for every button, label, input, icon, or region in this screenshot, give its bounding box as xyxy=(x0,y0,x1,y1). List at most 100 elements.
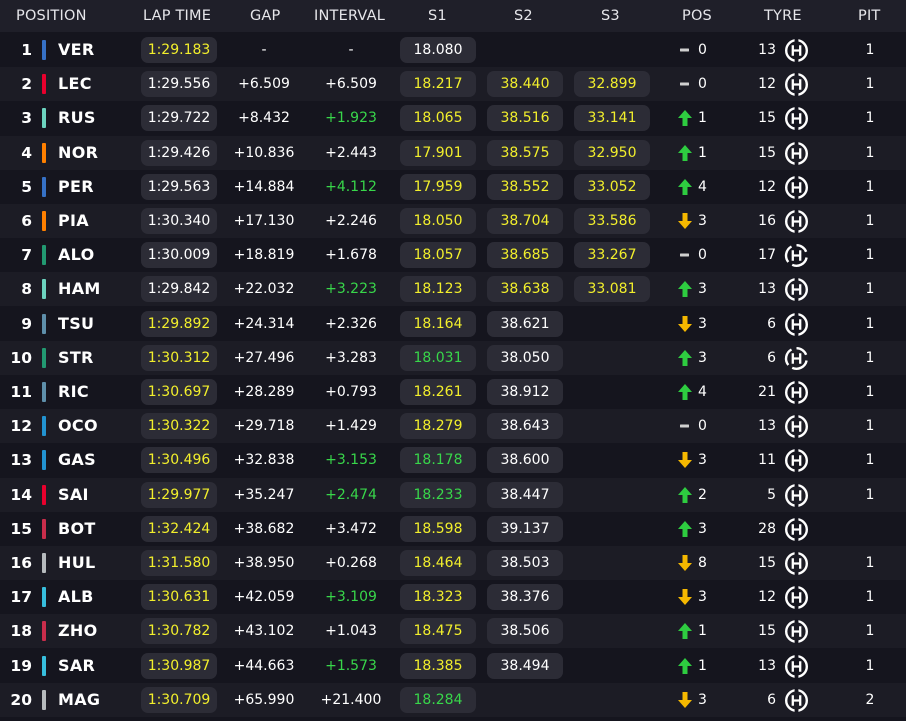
position-change: 3 xyxy=(698,520,707,537)
position-change: 3 xyxy=(698,213,707,229)
driver-code[interactable]: LEC xyxy=(58,67,92,101)
position-number: 15 xyxy=(10,519,32,538)
team-color-bar xyxy=(42,313,46,334)
driver-code[interactable]: NOR xyxy=(58,136,98,170)
position-change: 0 xyxy=(698,42,707,58)
table-row[interactable]: 15 BOT 1:32.424 +38.682 +3.472 18.598 39.137 3 2… xyxy=(0,511,906,546)
header-pit[interactable]: PIT xyxy=(858,0,880,32)
sector-2-time: 38.638 xyxy=(487,276,563,303)
table-row[interactable]: 18 ZHO 1:30.782 +43.102 +1.043 18.475 38.506 1 1… xyxy=(0,614,906,649)
header-lap-time[interactable]: LAP TIME xyxy=(143,0,211,32)
table-row[interactable]: 14 SAI 1:29.977 +35.247 +2.474 18.233 38.447 2 5… xyxy=(0,477,906,512)
sector-1-time: 18.385 xyxy=(400,652,476,679)
sector-2-time: 38.621 xyxy=(487,310,563,337)
tyre-age: 12 xyxy=(758,76,776,93)
driver-code[interactable]: VER xyxy=(58,33,95,67)
driver-code[interactable]: GAS xyxy=(58,443,96,477)
header-position[interactable]: POSITION xyxy=(16,0,87,32)
gap-value: +18.819 xyxy=(233,247,295,264)
team-color-bar xyxy=(42,347,46,368)
table-row[interactable]: 16 HUL 1:31.580 +38.950 +0.268 18.464 38.503 8 1… xyxy=(0,546,906,580)
driver-code[interactable]: RUS xyxy=(58,101,96,135)
gap-value: +32.838 xyxy=(233,452,295,469)
arrow-up-icon xyxy=(676,101,694,135)
header-s1[interactable]: S1 xyxy=(428,0,447,32)
team-color-bar xyxy=(42,587,46,608)
interval-value: +1.923 xyxy=(325,110,377,127)
driver-code[interactable]: ZHO xyxy=(58,614,98,648)
sector-2-time: 38.912 xyxy=(487,379,563,405)
sector-3-time: 32.899 xyxy=(574,71,650,98)
header-gap[interactable]: GAP xyxy=(250,0,281,32)
table-row[interactable]: 20 MAG 1:30.709 +65.990 +21.400 18.284 3 6 2 xyxy=(0,682,906,717)
hard-tyre-icon xyxy=(784,414,809,439)
pit-stops: 1 xyxy=(865,247,875,264)
used-hard-tyre-icon xyxy=(784,346,809,371)
driver-code[interactable]: PER xyxy=(58,170,94,204)
driver-code[interactable]: SAI xyxy=(58,478,89,512)
driver-code[interactable]: ALO xyxy=(58,238,95,272)
driver-code[interactable]: STR xyxy=(58,341,94,375)
sector-2-time: 38.503 xyxy=(487,550,563,576)
sector-1-time: 18.475 xyxy=(400,618,476,645)
table-row[interactable]: 19 SAR 1:30.987 +44.663 +1.573 18.385 38.494 1 1… xyxy=(0,648,906,683)
position-number: 19 xyxy=(10,656,32,675)
hard-tyre-icon xyxy=(784,277,809,302)
position-number: 18 xyxy=(10,622,32,641)
driver-code[interactable]: ALB xyxy=(58,580,94,614)
table-row[interactable]: 7 ALO 1:30.009 +18.819 +1.678 18.057 38.685 33.… xyxy=(0,238,906,273)
table-row[interactable]: 8 HAM 1:29.842 +22.032 +3.223 18.123 38.638 33.… xyxy=(0,272,906,307)
sector-3-time: 33.267 xyxy=(574,242,650,269)
sector-3-time: 33.081 xyxy=(574,276,650,303)
tyre-age: 13 xyxy=(758,281,776,298)
table-row[interactable]: 9 TSU 1:29.892 +24.314 +2.326 18.164 38.621 3 6 1 xyxy=(0,306,906,341)
table-row[interactable]: 11 RIC 1:30.697 +28.289 +0.793 18.261 38.912 4 2… xyxy=(0,375,906,409)
header-tyre[interactable]: TYRE xyxy=(764,0,802,32)
position-number: 3 xyxy=(21,109,32,128)
driver-code[interactable]: HUL xyxy=(58,546,95,580)
lap-time: 1:29.426 xyxy=(141,139,217,166)
gap-value: +8.432 xyxy=(238,110,290,127)
gap-value: +29.718 xyxy=(233,418,295,435)
position-change: 3 xyxy=(698,349,707,366)
sector-1-time: 18.065 xyxy=(400,105,476,132)
driver-code[interactable]: SAR xyxy=(58,649,95,683)
table-row[interactable]: 17 ALB 1:30.631 +42.059 +3.109 18.323 38.376 3 1… xyxy=(0,580,906,615)
driver-code[interactable]: BOT xyxy=(58,512,96,546)
team-color-bar xyxy=(42,553,46,573)
header-s2[interactable]: S2 xyxy=(514,0,533,32)
table-row[interactable]: 12 OCO 1:30.322 +29.718 +1.429 18.279 38.643 0 1… xyxy=(0,409,906,444)
sector-1-time: 18.080 xyxy=(400,37,476,63)
lap-time: 1:30.009 xyxy=(141,242,217,269)
header-s3[interactable]: S3 xyxy=(601,0,620,32)
table-row[interactable]: 3 RUS 1:29.722 +8.432 +1.923 18.065 38.516 33.1… xyxy=(0,101,906,136)
arrow-up-icon xyxy=(676,341,694,375)
gap-value: +22.032 xyxy=(233,281,295,298)
table-row[interactable]: 13 GAS 1:30.496 +32.838 +3.153 18.178 38.600 3 1… xyxy=(0,443,906,478)
team-color-bar xyxy=(42,279,46,300)
driver-code[interactable]: MAG xyxy=(58,683,100,717)
hard-tyre-icon xyxy=(784,551,809,576)
position-number: 4 xyxy=(21,143,32,162)
driver-code[interactable]: OCO xyxy=(58,409,98,443)
table-row[interactable]: 10 STR 1:30.312 +27.496 +3.283 18.031 38.050 3 6… xyxy=(0,340,906,375)
driver-code[interactable]: HAM xyxy=(58,272,101,306)
driver-code[interactable]: TSU xyxy=(58,307,94,341)
sector-2-time: 38.506 xyxy=(487,618,563,645)
gap-value: +43.102 xyxy=(233,623,295,640)
table-row[interactable]: 4 NOR 1:29.426 +10.836 +2.443 17.901 38.575 32.… xyxy=(0,135,906,170)
pit-stops: 1 xyxy=(865,452,875,469)
driver-code[interactable]: RIC xyxy=(58,375,89,409)
driver-code[interactable]: PIA xyxy=(58,204,89,238)
hard-tyre-icon xyxy=(784,106,809,131)
team-color-bar xyxy=(42,211,46,231)
position-change: 3 xyxy=(698,691,707,708)
table-row[interactable]: 6 PIA 1:30.340 +17.130 +2.246 18.050 38.704 33.… xyxy=(0,204,906,238)
header-interval[interactable]: INTERVAL xyxy=(314,0,385,32)
sector-2-time: 39.137 xyxy=(487,515,563,542)
table-row[interactable]: 2 LEC 1:29.556 +6.509 +6.509 18.217 38.440 32.8… xyxy=(0,67,906,102)
table-row[interactable]: 5 PER 1:29.563 +14.884 +4.112 17.959 38.552 33.… xyxy=(0,169,906,204)
sector-1-time: 17.901 xyxy=(400,139,476,166)
table-row[interactable]: 1 VER 1:29.183 - - 18.080 0 13 1 xyxy=(0,33,906,67)
header-pos[interactable]: POS xyxy=(682,0,712,32)
